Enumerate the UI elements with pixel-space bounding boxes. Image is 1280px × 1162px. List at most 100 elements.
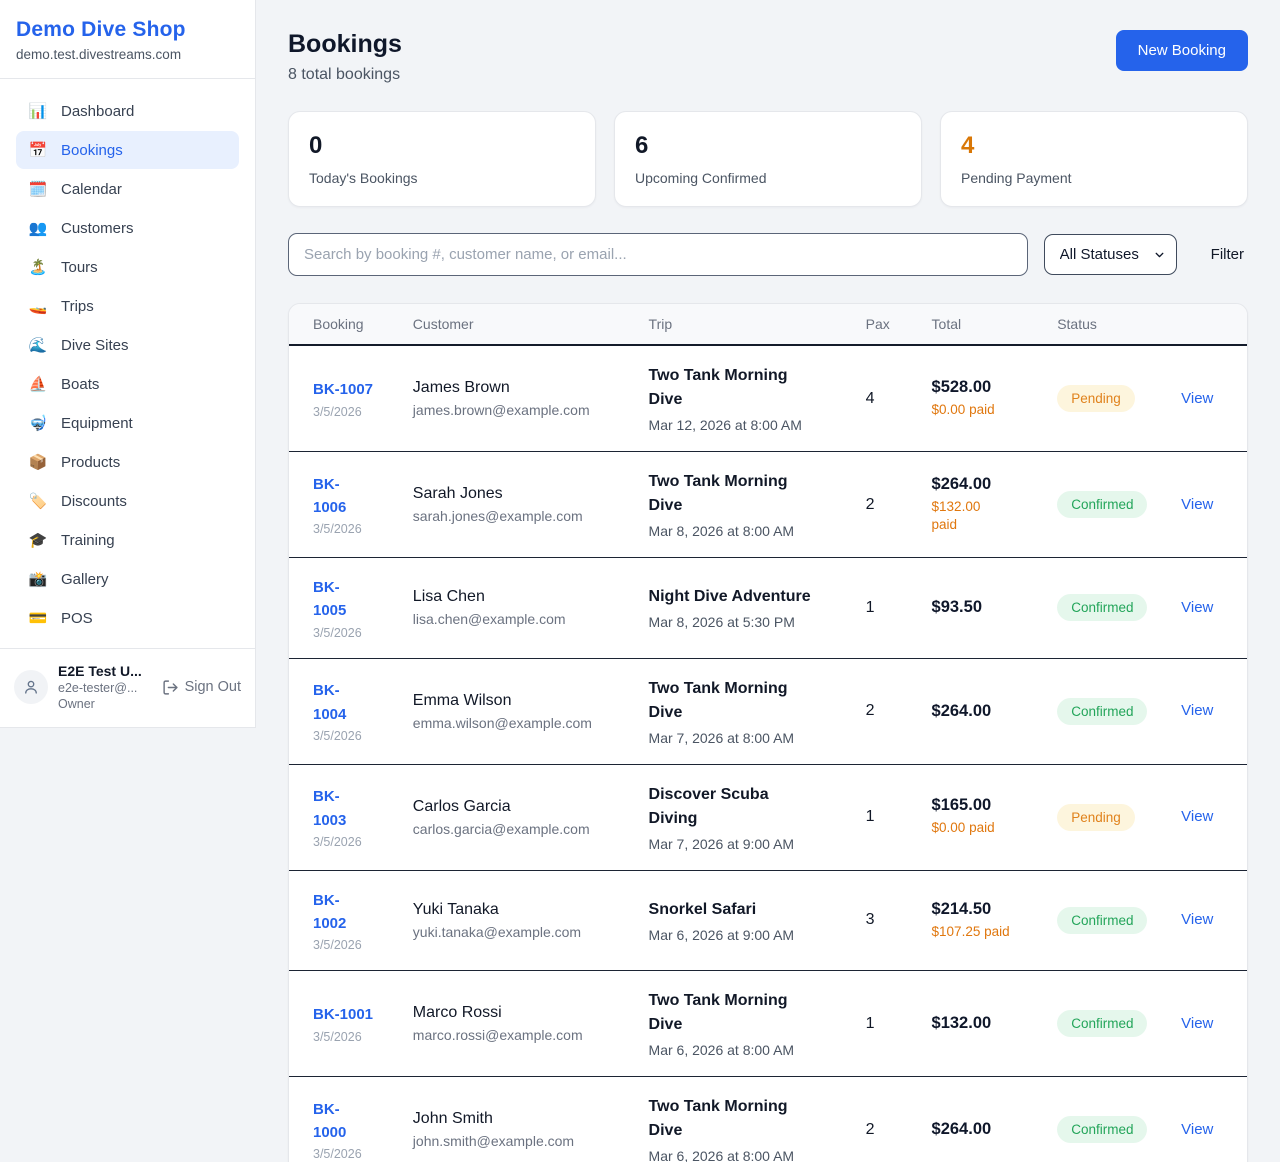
sidebar-item-boats[interactable]: ⛵ Boats bbox=[16, 365, 239, 403]
col-header-status: Status bbox=[1045, 304, 1169, 345]
table-row: BK-1001 3/5/2026 Marco Rossi marco.rossi… bbox=[289, 971, 1247, 1077]
customer-email: yuki.tanaka@example.com bbox=[413, 924, 625, 940]
page-header: Bookings 8 total bookings New Booking bbox=[288, 30, 1248, 84]
booking-number-link[interactable]: BK-1001 bbox=[313, 1003, 389, 1026]
booking-number-link[interactable]: BK- 1006 bbox=[313, 473, 389, 520]
user-avatar bbox=[14, 670, 48, 704]
pax-count: 1 bbox=[866, 808, 875, 825]
pax-count: 1 bbox=[866, 599, 875, 616]
stat-label: Today's Bookings bbox=[309, 170, 575, 186]
sidebar-item-discounts[interactable]: 🏷️ Discounts bbox=[16, 482, 239, 520]
pax-count: 2 bbox=[866, 1121, 875, 1138]
customer-email: marco.rossi@example.com bbox=[413, 1027, 625, 1043]
status-badge: Confirmed bbox=[1057, 1010, 1147, 1037]
brand-title[interactable]: Demo Dive Shop bbox=[16, 18, 239, 42]
sidebar-item-bookings[interactable]: 📅 Bookings bbox=[16, 131, 239, 169]
booking-date: 3/5/2026 bbox=[313, 626, 389, 640]
booking-number-link[interactable]: BK- 1002 bbox=[313, 889, 389, 936]
view-link[interactable]: View bbox=[1181, 1015, 1213, 1032]
user-email: e2e-tester@... bbox=[58, 681, 152, 695]
table-header-row: Booking Customer Trip Pax Total Status bbox=[289, 304, 1247, 345]
sidebar-item-products[interactable]: 📦 Products bbox=[16, 443, 239, 481]
col-header-total: Total bbox=[920, 304, 1046, 345]
booking-date: 3/5/2026 bbox=[313, 729, 389, 743]
customer-name: Marco Rossi bbox=[413, 1004, 625, 1022]
booking-date: 3/5/2026 bbox=[313, 938, 389, 952]
sidebar-item-tours[interactable]: 🏝️ Tours bbox=[16, 248, 239, 286]
sidebar-item-customers[interactable]: 👥 Customers bbox=[16, 209, 239, 247]
total-amount: $264.00 bbox=[932, 475, 1034, 494]
sidebar-item-calendar[interactable]: 🗓️ Calendar bbox=[16, 170, 239, 208]
search-input[interactable] bbox=[288, 233, 1028, 276]
view-link[interactable]: View bbox=[1181, 599, 1213, 616]
view-link[interactable]: View bbox=[1181, 1121, 1213, 1138]
booking-date: 3/5/2026 bbox=[313, 835, 389, 849]
booking-number-link[interactable]: BK-1007 bbox=[313, 378, 389, 401]
page-title: Bookings bbox=[288, 30, 402, 59]
total-amount: $528.00 bbox=[932, 378, 1034, 397]
sidebar-item-gallery[interactable]: 📸 Gallery bbox=[16, 560, 239, 598]
booking-number-link[interactable]: BK- 1003 bbox=[313, 785, 389, 832]
status-select[interactable]: All Statuses bbox=[1044, 234, 1177, 275]
brand-block: Demo Dive Shop demo.test.divestreams.com bbox=[0, 0, 255, 79]
view-link[interactable]: View bbox=[1181, 911, 1213, 928]
person-icon bbox=[22, 678, 40, 696]
sidebar-item-label: Customers bbox=[61, 220, 134, 237]
diving-mask-icon: 🤿 bbox=[28, 414, 48, 432]
total-amount: $264.00 bbox=[932, 702, 1034, 721]
table-row: BK-1007 3/5/2026 James Brown james.brown… bbox=[289, 345, 1247, 452]
customer-email: emma.wilson@example.com bbox=[413, 715, 625, 731]
booking-number-link[interactable]: BK- 1005 bbox=[313, 576, 389, 623]
trip-datetime: Mar 12, 2026 at 8:00 AM bbox=[649, 417, 842, 433]
sidebar-item-label: Dive Sites bbox=[61, 337, 129, 354]
booking-number-link[interactable]: BK- 1000 bbox=[313, 1098, 389, 1145]
stat-value: 6 bbox=[635, 132, 901, 160]
sidebar-item-trips[interactable]: 🚤 Trips bbox=[16, 287, 239, 325]
sidebar-item-label: Calendar bbox=[61, 181, 122, 198]
user-role: Owner bbox=[58, 697, 152, 711]
new-booking-button[interactable]: New Booking bbox=[1116, 30, 1248, 71]
sign-out-button[interactable]: Sign Out bbox=[162, 679, 241, 696]
view-link[interactable]: View bbox=[1181, 702, 1213, 719]
col-header-booking: Booking bbox=[289, 304, 401, 345]
stat-card: 0 Today's Bookings bbox=[288, 111, 596, 207]
customer-email: sarah.jones@example.com bbox=[413, 508, 625, 524]
trip-datetime: Mar 6, 2026 at 8:00 AM bbox=[649, 1148, 842, 1162]
view-link[interactable]: View bbox=[1181, 390, 1213, 407]
customer-name: Lisa Chen bbox=[413, 588, 625, 606]
view-link[interactable]: View bbox=[1181, 496, 1213, 513]
logout-icon bbox=[162, 679, 179, 696]
booking-number-link[interactable]: BK- 1004 bbox=[313, 679, 389, 726]
customer-name: Carlos Garcia bbox=[413, 798, 625, 816]
table-row: BK- 1002 3/5/2026 Yuki Tanaka yuki.tanak… bbox=[289, 870, 1247, 971]
table-row: BK- 1000 3/5/2026 John Smith john.smith@… bbox=[289, 1077, 1247, 1162]
sidebar-item-label: Gallery bbox=[61, 571, 109, 588]
stats-row: 0 Today's Bookings 6 Upcoming Confirmed … bbox=[288, 111, 1248, 207]
sidebar-item-dashboard[interactable]: 📊 Dashboard bbox=[16, 92, 239, 130]
trip-name: Two Tank Morning Dive bbox=[649, 364, 842, 412]
paid-amount: $107.25 paid bbox=[932, 923, 1034, 941]
sidebar-item-dive-sites[interactable]: 🌊 Dive Sites bbox=[16, 326, 239, 364]
bookings-table-card: Booking Customer Trip Pax Total Status B… bbox=[288, 303, 1248, 1162]
sidebar-item-equipment[interactable]: 🤿 Equipment bbox=[16, 404, 239, 442]
filter-button[interactable]: Filter bbox=[1207, 240, 1248, 269]
stat-card: 4 Pending Payment bbox=[940, 111, 1248, 207]
col-header-actions bbox=[1169, 304, 1247, 345]
trip-datetime: Mar 6, 2026 at 8:00 AM bbox=[649, 1042, 842, 1058]
sailboat-icon: ⛵ bbox=[28, 375, 48, 393]
status-badge: Pending bbox=[1057, 385, 1135, 412]
spiral-calendar-icon: 🗓️ bbox=[28, 180, 48, 198]
pax-count: 4 bbox=[866, 390, 875, 407]
page-subtitle: 8 total bookings bbox=[288, 66, 402, 84]
trip-datetime: Mar 6, 2026 at 9:00 AM bbox=[649, 927, 842, 943]
col-header-customer: Customer bbox=[401, 304, 637, 345]
view-link[interactable]: View bbox=[1181, 808, 1213, 825]
stat-label: Upcoming Confirmed bbox=[635, 170, 901, 186]
tag-icon: 🏷️ bbox=[28, 492, 48, 510]
sidebar-item-pos[interactable]: 💳 POS bbox=[16, 599, 239, 637]
table-row: BK- 1006 3/5/2026 Sarah Jones sarah.jone… bbox=[289, 452, 1247, 558]
stat-card: 6 Upcoming Confirmed bbox=[614, 111, 922, 207]
bookings-table: Booking Customer Trip Pax Total Status B… bbox=[289, 304, 1247, 1162]
sidebar-item-training[interactable]: 🎓 Training bbox=[16, 521, 239, 559]
pax-count: 2 bbox=[866, 496, 875, 513]
